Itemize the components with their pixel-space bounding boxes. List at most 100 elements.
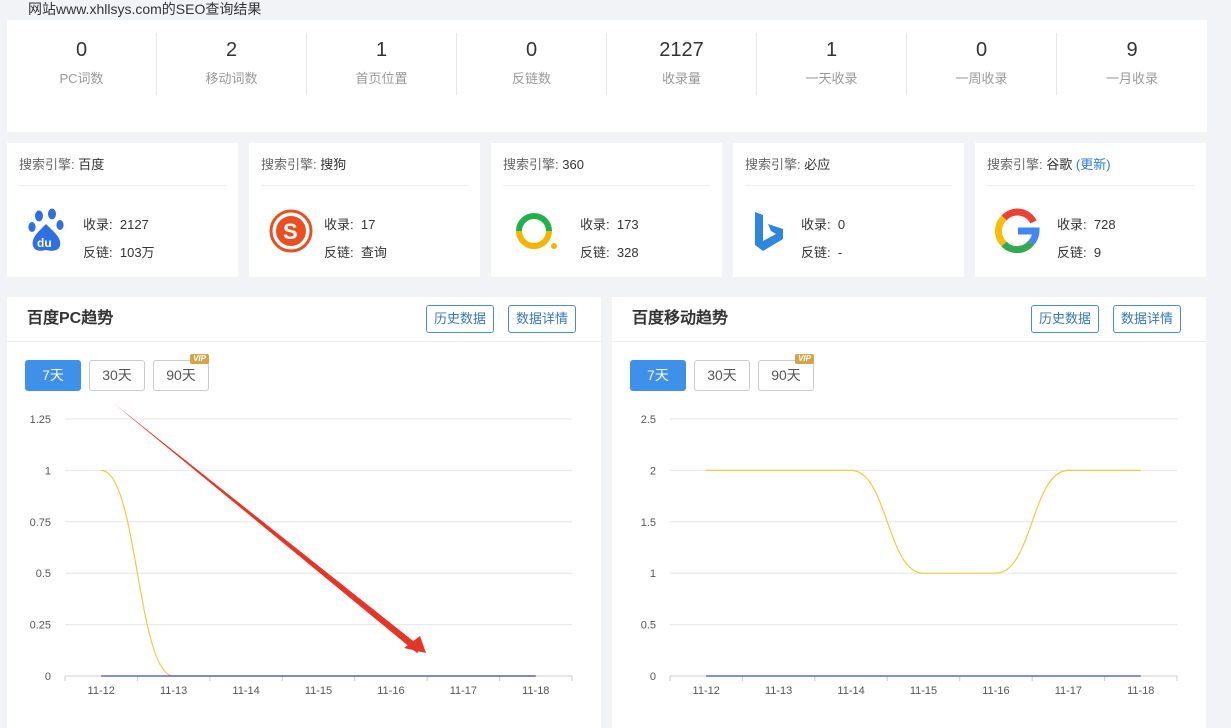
engine-heading: 搜索引擎: 搜狗 — [261, 157, 468, 186]
stat-value: 1 — [375, 39, 388, 61]
engine-info: 收录: 2127 反链: 103万 — [83, 211, 155, 267]
stat-label: 一月收录 — [1105, 71, 1158, 86]
engine-name: 搜狗 — [320, 157, 347, 172]
engine-info: 收录: 0 反链: - — [801, 211, 845, 267]
x-tick-label: 11-13 — [765, 685, 792, 695]
baidu-logo-icon: du — [28, 208, 64, 251]
x-tick-label: 11-12 — [88, 685, 115, 695]
svg-text:S: S — [283, 219, 298, 244]
stat-label: 反链数 — [511, 71, 551, 86]
y-tick-label: 1 — [45, 465, 51, 477]
stat-value: 0 — [525, 39, 538, 61]
engine-card-baidu: 搜索引擎: 百度 du 收录: 2127 反链: 103万 — [7, 143, 238, 277]
index-value: 0 — [837, 217, 846, 232]
chart-baidu-mobile: 0 0.5 1 1.5 2 2.5 11-12 11-13 11-14 11-15 11-16 11-… — [641, 414, 1178, 695]
index-value: 728 — [1093, 217, 1116, 232]
bing-logo-icon — [755, 212, 783, 251]
backlink-label: 反链: — [580, 245, 610, 260]
stat-value: 1 — [825, 39, 838, 61]
stat-pc-keywords: 0 PC词数 — [7, 33, 157, 95]
y-tick-label: 0.5 — [641, 620, 656, 632]
data-details-button[interactable]: 数据详情 — [508, 305, 577, 333]
stat-value: 9 — [1126, 39, 1138, 61]
engine-card-google: 搜索引擎: 谷歌 (更新) 收录: 728 反链: 9 — [975, 143, 1206, 277]
backlink-label: 反链: — [1057, 245, 1087, 260]
engine-name: 360 — [562, 157, 584, 172]
index-label: 收录: — [801, 217, 831, 232]
y-tick-label: 0.75 — [30, 517, 51, 529]
x-tick-label: 11-14 — [837, 685, 864, 695]
stat-label: 一周收录 — [955, 71, 1008, 86]
backlink-label: 反链: — [83, 245, 113, 260]
x-tick-label: 11-14 — [232, 685, 259, 695]
google-logo-icon — [995, 208, 1040, 254]
engine-name: 百度 — [78, 157, 105, 172]
stat-label: 首页位置 — [355, 71, 408, 86]
stat-indexed-month: 9 一月收录 — [1057, 33, 1207, 95]
range-90-days-button[interactable]: 90天 VIP — [153, 354, 209, 391]
range-30-days-button[interactable]: 30天 — [694, 360, 750, 391]
update-link[interactable]: (更新) — [1076, 157, 1111, 172]
backlink-value: 328 — [616, 245, 639, 260]
engine-heading: 搜索引擎: 百度 — [19, 157, 226, 186]
engine-name: 必应 — [804, 157, 831, 172]
engine-info: 收录: 728 反链: 9 — [1057, 211, 1116, 267]
range-90-days-button[interactable]: 90天 VIP — [758, 354, 814, 391]
data-details-button[interactable]: 数据详情 — [1113, 305, 1182, 333]
range-label: 90天 — [166, 367, 196, 383]
stat-label: 移动词数 — [205, 71, 258, 86]
engine-info: 收录: 173 反链: 328 — [580, 211, 639, 267]
stat-label: 一天收录 — [805, 71, 858, 86]
x-tick-label: 11-15 — [305, 685, 332, 695]
index-label: 收录: — [324, 217, 354, 232]
index-value: 173 — [616, 217, 639, 232]
engine-card-360: 搜索引擎: 360 收录: 173 反链: 328 — [491, 143, 722, 277]
chart-baidu-pc: 0 0.25 0.5 0.75 1 1.25 11-12 11-13 11-14 11-15 11-… — [30, 414, 573, 695]
x-tick-label: 11-18 — [1127, 685, 1154, 695]
svg-text:du: du — [37, 236, 52, 250]
index-value: 17 — [360, 217, 376, 232]
engine-prefix: 搜索引擎: — [503, 157, 563, 172]
engine-heading: 搜索引擎: 必应 — [745, 157, 952, 186]
range-7-days-button[interactable]: 7天 — [25, 360, 81, 391]
y-tick-label: 1.5 — [641, 517, 656, 529]
chart-panel-baidu-pc: 百度PC趋势 历史数据 数据详情 7天 30天 90天 VIP 0 0.25 0.5 0… — [7, 297, 601, 728]
y-tick-label: 0.25 — [30, 620, 51, 632]
stat-value: 0 — [75, 39, 88, 61]
engine-prefix: 搜索引擎: — [19, 157, 79, 172]
chart-panel-header: 百度移动趋势 历史数据 数据详情 — [612, 297, 1206, 342]
engine-card-sogou: 搜索引擎: 搜狗 S 收录: 17 反链: 查询 — [249, 143, 480, 277]
chart-panel-header: 百度PC趋势 历史数据 数据详情 — [7, 297, 601, 342]
stat-homepage-position: 1 首页位置 — [307, 33, 457, 95]
engine-info: 收录: 17 反链: 查询 — [324, 211, 387, 267]
x-tick-label: 11-18 — [522, 685, 549, 695]
x-tick-label: 11-16 — [982, 685, 1009, 695]
vip-badge: VIP — [795, 354, 814, 364]
engine-name: 谷歌 — [1046, 157, 1073, 172]
backlink-value[interactable]: 查询 — [361, 245, 387, 260]
history-data-button[interactable]: 历史数据 — [426, 305, 495, 333]
backlink-label: 反链: — [801, 245, 831, 260]
page-title: 网站www.xhllsys.com的SEO查询结果 — [28, 1, 262, 17]
x-tick-label: 11-17 — [450, 685, 477, 695]
y-tick-label: 1 — [650, 568, 656, 580]
history-data-button[interactable]: 历史数据 — [1031, 305, 1100, 333]
stat-backlinks: 0 反链数 — [457, 33, 607, 95]
stats-summary: 0 PC词数 2 移动词数 1 首页位置 0 反链数 2127 收录量 1 一天收录 0 一周… — [7, 20, 1207, 132]
backlink-value: 9 — [1093, 245, 1102, 260]
range-7-days-button[interactable]: 7天 — [630, 360, 686, 391]
stat-indexed: 2127 收录量 — [607, 33, 757, 95]
range-label: 90天 — [771, 367, 801, 383]
range-30-days-button[interactable]: 30天 — [89, 360, 145, 391]
engine-prefix: 搜索引擎: — [987, 157, 1047, 172]
stat-value: 2127 — [659, 39, 704, 61]
stat-indexed-day: 1 一天收录 — [757, 33, 907, 95]
engine-prefix: 搜索引擎: — [745, 157, 805, 172]
stat-value: 2 — [225, 39, 238, 61]
x-tick-label: 11-17 — [1055, 685, 1082, 695]
y-tick-label: 2.5 — [641, 414, 656, 426]
stat-mobile-keywords: 2 移动词数 — [157, 33, 307, 95]
chart-panel-baidu-mobile: 百度移动趋势 历史数据 数据详情 7天 30天 90天 VIP 0 0.5 1 1.5 2… — [612, 297, 1206, 728]
engine-prefix: 搜索引擎: — [261, 157, 321, 172]
chart-panel-title: 百度PC趋势 — [27, 310, 114, 327]
